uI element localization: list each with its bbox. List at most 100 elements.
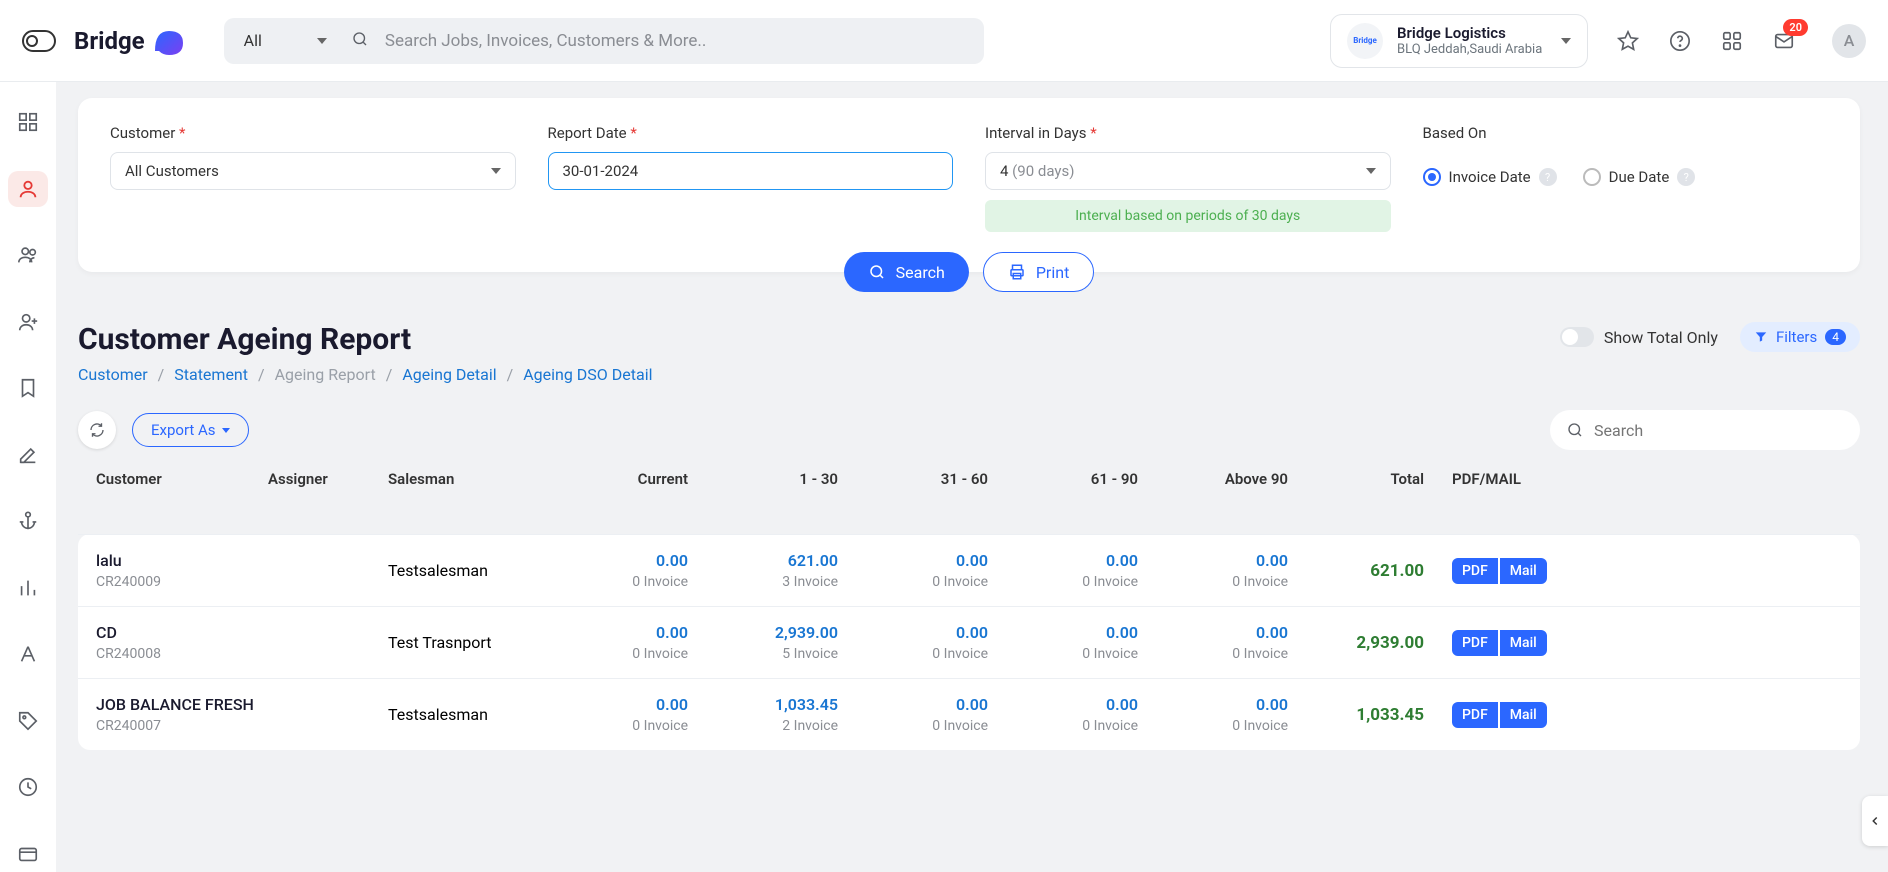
crumb-statement[interactable]: Statement xyxy=(174,365,248,384)
th-total: Total xyxy=(1298,470,1438,488)
nav-bookmark[interactable] xyxy=(8,370,48,407)
report-date-value: 30-01-2024 xyxy=(563,162,639,180)
topbar: Bridge All Bridge Bridge Logistics BLQ J… xyxy=(0,0,1888,82)
th-customer: Customer xyxy=(88,470,268,488)
table-row[interactable]: CD CR240008 Test Trasnport 0.000 Invoice… xyxy=(78,606,1860,678)
total-amount: 1,033.45 xyxy=(1356,705,1424,725)
r1-amount[interactable]: 621.00 xyxy=(788,551,838,570)
company-name: Bridge Logistics xyxy=(1397,24,1542,42)
r2-amount[interactable]: 0.00 xyxy=(956,623,988,642)
filter-card: Customer * All Customers Report Date * 3… xyxy=(78,98,1860,272)
pdf-button[interactable]: PDF xyxy=(1452,702,1498,728)
pdf-button[interactable]: PDF xyxy=(1452,630,1498,656)
current-invoices: 0 Invoice xyxy=(632,574,688,590)
nav-history[interactable] xyxy=(8,769,48,806)
r1-amount[interactable]: 1,033.45 xyxy=(775,695,838,714)
current-amount[interactable]: 0.00 xyxy=(656,551,688,570)
mail-button[interactable]: Mail xyxy=(1500,630,1547,656)
report-date-input[interactable]: 30-01-2024 xyxy=(548,152,954,190)
radio-icon xyxy=(1583,168,1601,186)
current-amount[interactable]: 0.00 xyxy=(656,623,688,642)
th-current: Current xyxy=(548,470,698,488)
nav-edit[interactable] xyxy=(8,437,48,474)
r4-amount[interactable]: 0.00 xyxy=(1256,695,1288,714)
customer-name: CD xyxy=(96,623,268,642)
help-button[interactable] xyxy=(1668,29,1692,53)
interval-label: Interval in Days * xyxy=(985,124,1391,142)
nav-customer[interactable] xyxy=(8,171,48,208)
interval-note: Interval based on periods of 30 days xyxy=(985,200,1391,232)
filters-chip[interactable]: Filters 4 xyxy=(1740,322,1860,352)
nav-card[interactable] xyxy=(8,836,48,872)
customer-code: CR240009 xyxy=(96,574,268,590)
help-icon[interactable]: ? xyxy=(1677,168,1695,186)
breadcrumb: Customer/ Statement/ Ageing Report/ Agei… xyxy=(78,365,652,384)
r2-invoices: 0 Invoice xyxy=(932,646,988,662)
r3-amount[interactable]: 0.00 xyxy=(1106,695,1138,714)
search-button[interactable]: Search xyxy=(844,252,969,292)
search-scope-label: All xyxy=(244,31,262,50)
collapse-panel-button[interactable] xyxy=(1862,796,1888,846)
mail-button[interactable]: Mail xyxy=(1500,702,1547,728)
r1-invoices: 2 Invoice xyxy=(782,718,838,734)
customer-code: CR240007 xyxy=(96,718,268,734)
r1-amount[interactable]: 2,939.00 xyxy=(775,623,838,642)
nav-add-user[interactable] xyxy=(8,304,48,341)
app-logo[interactable]: Bridge xyxy=(74,21,189,61)
th-actions: PDF/MAIL xyxy=(1438,470,1538,488)
chevron-down-icon xyxy=(222,428,230,433)
filters-count: 4 xyxy=(1825,329,1846,345)
customer-name: lalu xyxy=(96,551,268,570)
r3-invoices: 0 Invoice xyxy=(1082,574,1138,590)
user-avatar[interactable]: A xyxy=(1832,24,1866,58)
r3-amount[interactable]: 0.00 xyxy=(1106,623,1138,642)
nav-dashboard[interactable] xyxy=(8,104,48,141)
search-icon xyxy=(351,30,369,52)
search-scope-selector[interactable]: All xyxy=(236,31,341,50)
table-search-input[interactable] xyxy=(1594,421,1844,440)
print-button[interactable]: Print xyxy=(983,252,1094,292)
r2-invoices: 0 Invoice xyxy=(932,718,988,734)
inbox-button[interactable]: 20 xyxy=(1772,29,1796,53)
mail-button[interactable]: Mail xyxy=(1500,558,1547,584)
nav-reports[interactable] xyxy=(8,570,48,607)
crumb-ageing-detail[interactable]: Ageing Detail xyxy=(402,365,496,384)
radio-invoice-date[interactable]: Invoice Date ? xyxy=(1423,168,1557,186)
favorites-button[interactable] xyxy=(1616,29,1640,53)
r1-invoices: 3 Invoice xyxy=(782,574,838,590)
radio-icon xyxy=(1423,168,1441,186)
global-search-input[interactable] xyxy=(385,31,972,51)
r3-invoices: 0 Invoice xyxy=(1082,718,1138,734)
nav-text[interactable] xyxy=(8,636,48,673)
apps-button[interactable] xyxy=(1720,29,1744,53)
notification-badge: 20 xyxy=(1783,19,1808,36)
main-content: Customer * All Customers Report Date * 3… xyxy=(56,82,1888,872)
customer-label: Customer * xyxy=(110,124,516,142)
table-row[interactable]: JOB BALANCE FRESH CR240007 Testsalesman … xyxy=(78,678,1860,750)
r2-amount[interactable]: 0.00 xyxy=(956,551,988,570)
table-row[interactable]: lalu CR240009 Testsalesman 0.00 0 Invoice… xyxy=(78,534,1860,606)
nav-anchor[interactable] xyxy=(8,503,48,540)
r4-amount[interactable]: 0.00 xyxy=(1256,551,1288,570)
crumb-customer[interactable]: Customer xyxy=(78,365,148,384)
show-total-toggle[interactable] xyxy=(1560,327,1594,347)
current-amount[interactable]: 0.00 xyxy=(656,695,688,714)
r2-amount[interactable]: 0.00 xyxy=(956,695,988,714)
r4-amount[interactable]: 0.00 xyxy=(1256,623,1288,642)
export-button[interactable]: Export As xyxy=(132,413,249,447)
refresh-button[interactable] xyxy=(78,411,116,449)
radio-due-date[interactable]: Due Date ? xyxy=(1583,168,1696,186)
customer-dropdown[interactable]: All Customers xyxy=(110,152,516,190)
company-logo: Bridge xyxy=(1347,23,1383,59)
help-icon[interactable]: ? xyxy=(1539,168,1557,186)
crumb-dso[interactable]: Ageing DSO Detail xyxy=(523,365,652,384)
r3-amount[interactable]: 0.00 xyxy=(1106,551,1138,570)
report-date-label: Report Date * xyxy=(548,124,954,142)
interval-dropdown[interactable]: 4 (90 days) xyxy=(985,152,1391,190)
theme-toggle[interactable] xyxy=(22,30,56,52)
pdf-button[interactable]: PDF xyxy=(1452,558,1498,584)
nav-tag[interactable] xyxy=(8,703,48,740)
nav-users[interactable] xyxy=(8,237,48,274)
cell-salesman: Testsalesman xyxy=(388,561,548,580)
company-selector[interactable]: Bridge Bridge Logistics BLQ Jeddah,Saudi… xyxy=(1330,14,1588,68)
